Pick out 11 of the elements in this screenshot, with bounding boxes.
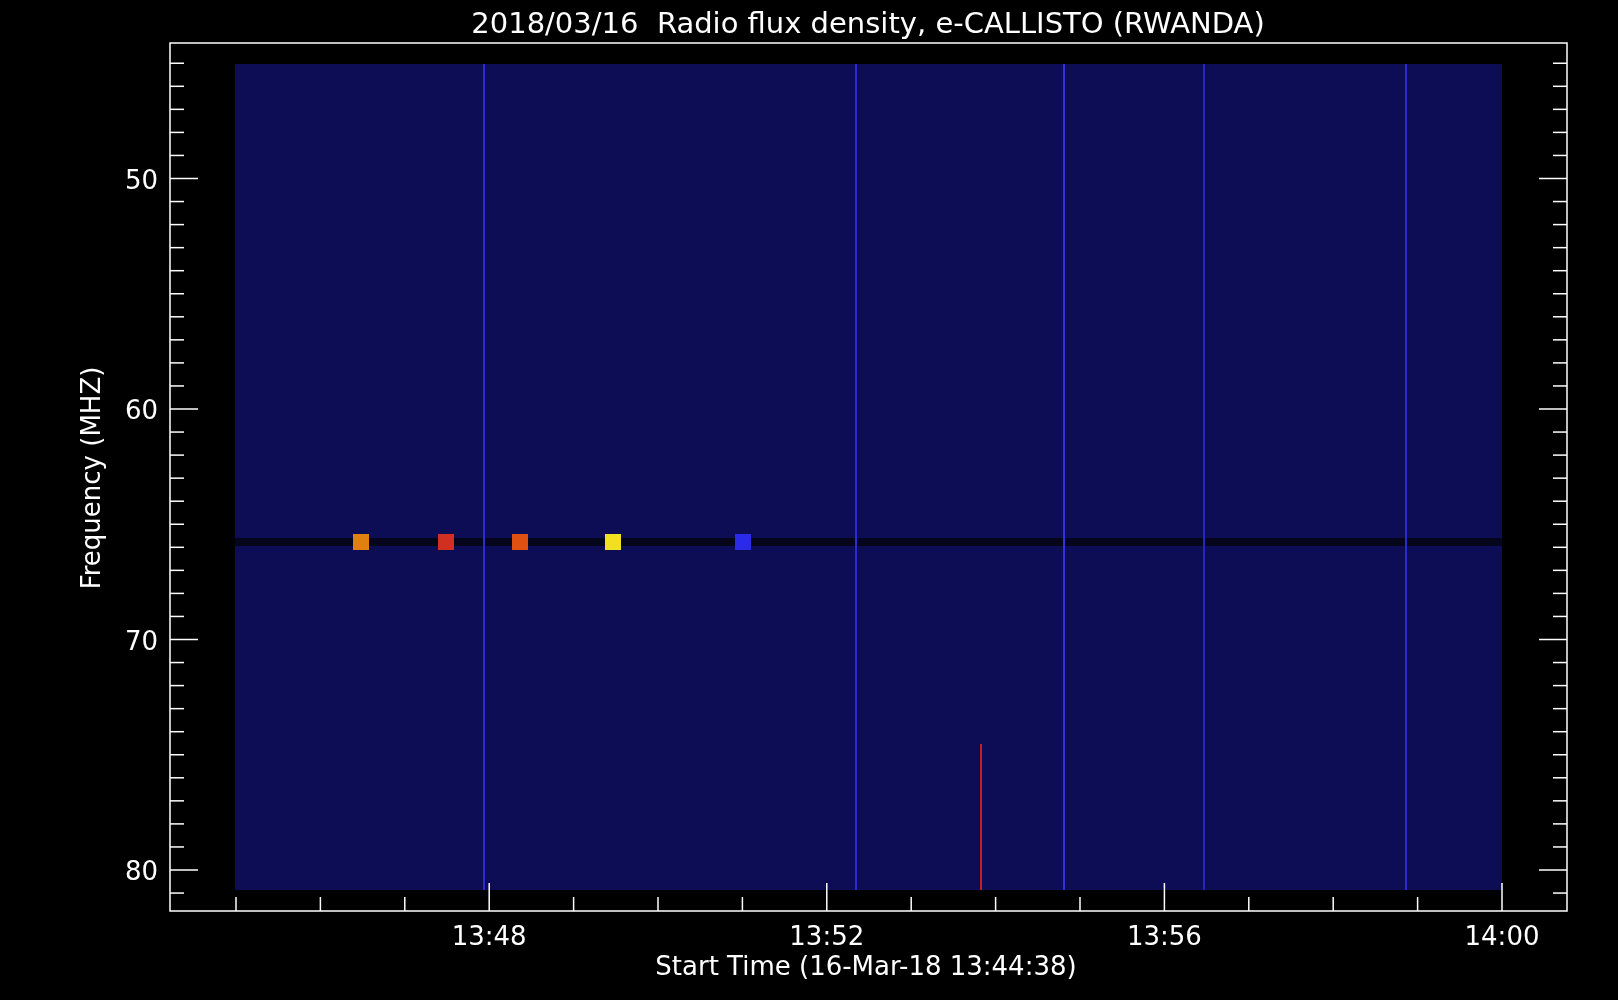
axis-title: Start Time (16-Mar-18 13:44:38) [655,951,1077,981]
axis-tick-label: 14:00 [1464,921,1540,951]
axis-tick-label: 50 [124,164,158,195]
axis-tick-label: 13:56 [1126,921,1202,951]
axis-tick-label: 70 [124,625,158,656]
axis-tick-label: 60 [124,395,158,425]
axis-tick-label: 80 [124,856,158,886]
axis-tick-label: 13:48 [451,921,527,951]
chart-title: 2018/03/16 Radio flux density, e-CALLISTO (RWANDA) [471,6,1265,40]
axis-tick-label: 13:52 [789,921,865,951]
axis-title: Frequency (MHZ) [76,366,106,590]
